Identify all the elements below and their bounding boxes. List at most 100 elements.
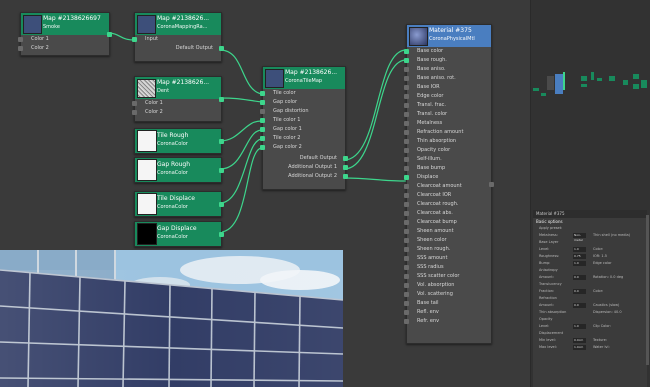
property-extra[interactable]: Thin shell (no media) xyxy=(593,232,630,239)
material-slot[interactable]: Base aniso. xyxy=(404,65,491,74)
material-slot[interactable]: Opacity color xyxy=(404,146,491,155)
socket-icon[interactable] xyxy=(404,310,409,315)
input-gap-distortion[interactable]: Gap distortion xyxy=(260,107,345,116)
material-properties-panel[interactable]: Material #375 Basic options Apply preset… xyxy=(533,210,647,387)
material-slot[interactable]: Clearcoat abs. xyxy=(404,209,491,218)
socket-icon[interactable] xyxy=(260,100,265,105)
material-slot[interactable]: Edge color xyxy=(404,92,491,101)
socket-icon[interactable] xyxy=(404,283,409,288)
material-slot[interactable]: Thin absorption xyxy=(404,137,491,146)
property-extra[interactable]: Water lvl: xyxy=(593,344,610,351)
material-slot[interactable]: Base rough. xyxy=(404,56,491,65)
node-gap-displace[interactable]: Gap Displace CoronaColor xyxy=(134,221,224,247)
node-header[interactable]: Material #375 CoronaPhysicalMtl xyxy=(407,25,491,47)
property-value[interactable]: 0.0cm xyxy=(573,338,586,343)
node-header[interactable]: Tile Displace CoronaColor xyxy=(135,192,221,216)
property-extra[interactable]: Clip Color: xyxy=(593,323,611,330)
socket-icon[interactable] xyxy=(260,127,265,132)
input-color-2[interactable]: Color 2 xyxy=(132,108,221,117)
input-input[interactable]: Input xyxy=(132,35,221,44)
socket-icon[interactable] xyxy=(260,136,265,141)
input-color-1[interactable]: Color 1 xyxy=(18,35,109,44)
socket-icon[interactable] xyxy=(404,184,409,189)
socket-icon[interactable] xyxy=(404,166,409,171)
output-socket-icon[interactable] xyxy=(219,97,224,102)
material-slot[interactable]: Base tail xyxy=(404,299,491,308)
property-extra[interactable]: Dispersion: 40.0 xyxy=(593,309,622,316)
material-slot[interactable]: Sheen rough. xyxy=(404,245,491,254)
socket-icon[interactable] xyxy=(404,175,409,180)
node-dent[interactable]: Map #2138626... Dent Color 1 Color 2 xyxy=(132,76,224,122)
material-slot[interactable]: Base bump xyxy=(404,164,491,173)
material-slot[interactable]: Vol. scattering xyxy=(404,290,491,299)
input-tile-color[interactable]: Tile color xyxy=(260,89,345,98)
node-header[interactable]: Gap Displace CoronaColor xyxy=(135,222,221,246)
node-gap-rough[interactable]: Gap Rough CoronaColor xyxy=(134,157,224,183)
output-additional-1[interactable]: Additional Output 1 xyxy=(263,163,348,172)
material-slot[interactable]: Displace xyxy=(404,173,491,182)
output-socket-icon[interactable] xyxy=(489,182,494,187)
property-extra[interactable]: Rotation: 0.0 deg xyxy=(593,274,623,281)
socket-icon[interactable] xyxy=(260,109,265,114)
node-header[interactable]: Map #2138626... CoronaMappingRa... xyxy=(135,13,221,35)
socket-icon[interactable] xyxy=(132,101,137,106)
property-value[interactable]: 1.0cm xyxy=(573,345,586,350)
material-slot[interactable]: Sheen color xyxy=(404,236,491,245)
input-gap-color-1[interactable]: Gap color 1 xyxy=(260,125,345,134)
socket-icon[interactable] xyxy=(404,67,409,72)
material-slot[interactable]: Refraction amount xyxy=(404,128,491,137)
property-extra[interactable]: Texture: xyxy=(593,337,607,344)
material-slot[interactable]: Self-illum. xyxy=(404,155,491,164)
socket-icon[interactable] xyxy=(404,274,409,279)
node-header[interactable]: Map #2138626... CoronaTileMap xyxy=(263,67,345,89)
socket-icon[interactable] xyxy=(404,229,409,234)
node-tile-displace[interactable]: Tile Displace CoronaColor xyxy=(134,191,224,217)
node-header[interactable]: Map #2138626697 Smoke xyxy=(21,13,109,35)
socket-icon[interactable] xyxy=(404,265,409,270)
output-default[interactable]: Default Output xyxy=(135,44,224,53)
socket-icon[interactable] xyxy=(343,174,348,179)
node-header[interactable]: Gap Rough CoronaColor xyxy=(135,158,221,182)
material-slot[interactable]: Refr. env xyxy=(404,317,491,326)
socket-icon[interactable] xyxy=(18,46,23,51)
input-gap-color-2[interactable]: Gap color 2 xyxy=(260,143,345,152)
output-socket-icon[interactable] xyxy=(219,202,224,207)
node-mapping[interactable]: Map #2138626... CoronaMappingRa... Input… xyxy=(132,12,224,62)
socket-icon[interactable] xyxy=(404,193,409,198)
material-slot[interactable]: SSS radius xyxy=(404,263,491,272)
socket-icon[interactable] xyxy=(404,292,409,297)
socket-icon[interactable] xyxy=(404,256,409,261)
input-color-2[interactable]: Color 2 xyxy=(18,44,109,53)
socket-icon[interactable] xyxy=(260,91,265,96)
socket-icon[interactable] xyxy=(404,247,409,252)
socket-icon[interactable] xyxy=(404,211,409,216)
socket-icon[interactable] xyxy=(343,165,348,170)
property-value[interactable]: Non-metal xyxy=(573,233,586,242)
node-header[interactable]: Map #2138626... Dent xyxy=(135,77,221,99)
socket-icon[interactable] xyxy=(404,94,409,99)
node-editor-canvas[interactable]: Map #2138626697 Smoke Color 1 Color 2 Ma… xyxy=(0,0,650,387)
socket-icon[interactable] xyxy=(260,118,265,123)
property-value[interactable]: 1.0 xyxy=(573,247,586,252)
socket-icon[interactable] xyxy=(219,46,224,51)
node-tilemap[interactable]: Map #2138626... CoronaTileMap Tile color… xyxy=(260,66,348,190)
property-value[interactable]: 0.75 xyxy=(573,254,586,259)
material-slot[interactable]: Clearcoat IOR xyxy=(404,191,491,200)
material-slot[interactable]: Refl. env xyxy=(404,308,491,317)
socket-icon[interactable] xyxy=(404,157,409,162)
render-viewport[interactable] xyxy=(0,250,343,387)
property-value[interactable]: 0.0 xyxy=(573,275,586,280)
output-default[interactable]: Default Output xyxy=(263,154,348,163)
input-gap-color[interactable]: Gap color xyxy=(260,98,345,107)
property-extra[interactable]: Caustics (slow) xyxy=(593,302,619,309)
socket-icon[interactable] xyxy=(404,148,409,153)
section-header[interactable]: Basic options xyxy=(533,218,647,225)
material-slot[interactable]: SSS scatter color xyxy=(404,272,491,281)
property-value[interactable]: 1.0 xyxy=(573,261,586,266)
node-header[interactable]: Tile Rough CoronaColor xyxy=(135,129,221,153)
material-slot[interactable]: Transl. color xyxy=(404,110,491,119)
node-smoke[interactable]: Map #2138626697 Smoke Color 1 Color 2 xyxy=(18,12,112,56)
socket-icon[interactable] xyxy=(404,49,409,54)
socket-icon[interactable] xyxy=(404,319,409,324)
socket-icon[interactable] xyxy=(132,110,137,115)
